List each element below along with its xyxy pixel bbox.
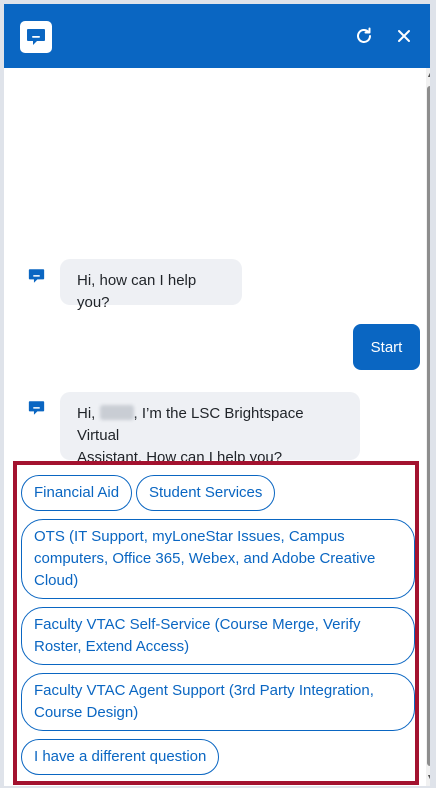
quick-reply-options: Financial Aid Student Services OTS (IT S… bbox=[13, 461, 419, 785]
chat-bubble-icon bbox=[20, 21, 52, 53]
option-line: OTS (IT Support, myLoneStar Issues, Camp… bbox=[34, 528, 345, 545]
chat-widget: Hi, how can I help you? Start Hi, , I’m … bbox=[4, 4, 430, 786]
chat-header bbox=[4, 4, 430, 68]
scroll-up-arrow-icon[interactable]: ▲ bbox=[426, 70, 430, 80]
option-line: Course Design) bbox=[34, 704, 139, 721]
refresh-button[interactable] bbox=[352, 24, 376, 48]
scrollbar-thumb[interactable] bbox=[427, 86, 430, 766]
close-icon bbox=[398, 30, 410, 42]
user-message-text: Start bbox=[370, 338, 403, 356]
bot-message-text: Hi, bbox=[77, 405, 100, 422]
option-financial-aid[interactable]: Financial Aid bbox=[21, 475, 133, 511]
option-faculty-vtac-self-service[interactable]: Faculty VTAC Self-Service (Course Merge,… bbox=[21, 607, 415, 665]
bot-message-text: Hi, how can I help you? bbox=[77, 272, 197, 311]
scroll-down-arrow-icon[interactable]: ▼ bbox=[426, 772, 430, 782]
option-different-question[interactable]: I have a different question bbox=[21, 739, 220, 775]
option-student-services[interactable]: Student Services bbox=[136, 475, 276, 511]
scrollbar[interactable]: ▲ ▼ bbox=[426, 68, 430, 786]
bot-avatar-icon bbox=[27, 399, 45, 417]
close-button[interactable] bbox=[392, 24, 416, 48]
redacted-name bbox=[99, 405, 134, 420]
option-ots[interactable]: OTS (IT Support, myLoneStar Issues, Camp… bbox=[21, 519, 415, 599]
option-line: computers, Office 365, Webex, and Adobe … bbox=[34, 550, 376, 567]
chat-transcript: Hi, how can I help you? Start Hi, , I’m … bbox=[4, 68, 422, 786]
option-line: Faculty VTAC Agent Support (3rd Party In… bbox=[34, 682, 374, 699]
refresh-icon bbox=[357, 27, 371, 43]
bot-avatar-icon bbox=[27, 267, 45, 285]
option-line: Roster, Extend Access) bbox=[34, 638, 190, 655]
bot-message-line: Hi, , I’m the LSC Brightspace Virtual bbox=[77, 403, 343, 447]
option-line: Cloud) bbox=[34, 572, 79, 589]
option-faculty-vtac-agent-support[interactable]: Faculty VTAC Agent Support (3rd Party In… bbox=[21, 673, 415, 731]
user-message: Start bbox=[353, 324, 420, 370]
bot-message: Hi, how can I help you? bbox=[60, 259, 242, 311]
bot-message: Hi, , I’m the LSC Brightspace Virtual As… bbox=[60, 392, 360, 466]
option-line: Faculty VTAC Self-Service (Course Merge,… bbox=[34, 616, 361, 633]
